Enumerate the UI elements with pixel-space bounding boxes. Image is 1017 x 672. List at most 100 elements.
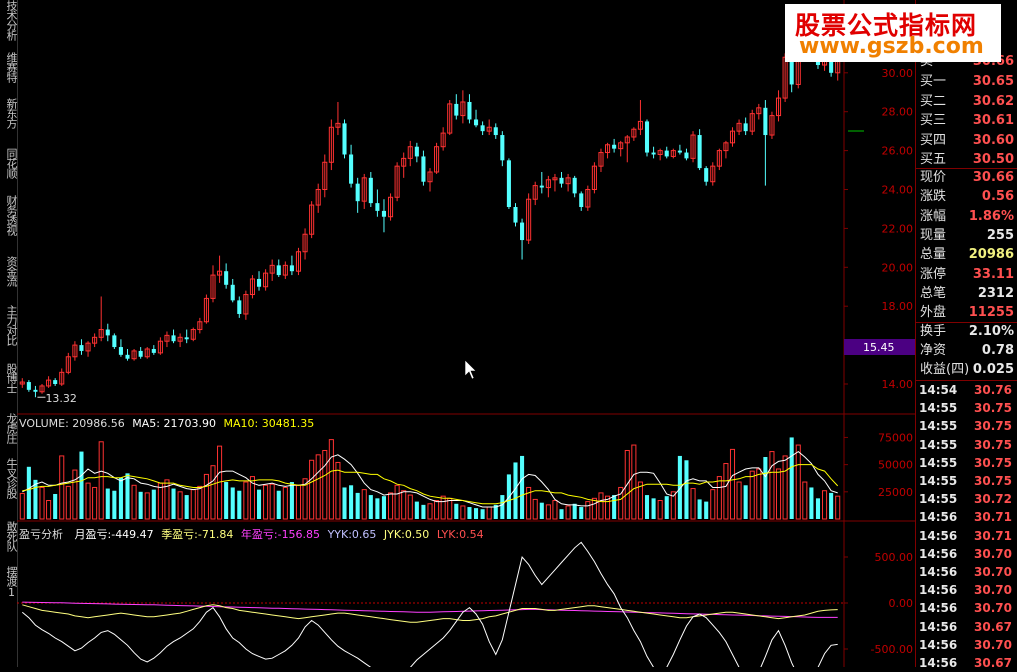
- volume-bar-up: [72, 469, 78, 520]
- candle-body-down: [224, 271, 229, 285]
- volume-bar-up: [756, 468, 762, 520]
- tick-price: 30.70: [974, 637, 1012, 652]
- stat-row-0-label: 现价: [920, 170, 947, 185]
- tick-time: 14:55: [919, 401, 958, 416]
- candle-body-down: [230, 284, 235, 301]
- tick-price: 30.76: [974, 383, 1012, 397]
- volume-bar-down: [230, 487, 235, 519]
- ma10-label: MA10:: [223, 417, 259, 430]
- year-pnl-label: 年盈亏:: [240, 528, 278, 541]
- watermark-url: www.gszb.com: [799, 34, 984, 59]
- stat-row-4-value: 20986: [968, 247, 1014, 263]
- tick-time: 14:55: [919, 474, 958, 488]
- side-tab-4[interactable]: 财务透视: [0, 195, 18, 235]
- volume-bar-down: [572, 503, 577, 519]
- volume-bar-down: [763, 457, 768, 519]
- tick-row: 14:55 30.75: [918, 454, 1016, 472]
- year-pnl-value: -156.85: [277, 528, 321, 541]
- volume-bar-up: [802, 481, 808, 520]
- candle-body-down: [26, 382, 31, 390]
- tick-price: 30.70: [974, 583, 1012, 598]
- volume-bar-down: [342, 487, 347, 519]
- extra-row-2-value: 0.025: [972, 362, 1014, 377]
- volume-bar-up: [210, 465, 216, 520]
- side-tab-3[interactable]: 同花顺: [0, 148, 18, 178]
- volume-bar-up: [775, 468, 782, 520]
- tick-time: 14:56: [919, 583, 958, 598]
- indicator-tick-label: 500.00: [875, 551, 914, 564]
- extra-row-1: 净资 0.78: [918, 341, 1016, 360]
- tick-row: 14:56 30.67: [918, 654, 1016, 672]
- buy-row-3-label: 买三: [920, 113, 947, 128]
- candle-body-down: [151, 348, 156, 353]
- tick-price: 30.75: [974, 455, 1012, 470]
- ma10-value: 30481.35: [261, 417, 315, 430]
- tick-price: 30.75: [974, 474, 1012, 488]
- extra-row-2: 收益(四) 0.025: [918, 360, 1016, 379]
- chart-area[interactable]: 30.0028.0026.0024.0022.0020.0018.0016.00…: [17, 0, 915, 667]
- candle-body-down: [513, 207, 518, 223]
- candle-body-down: [704, 168, 709, 182]
- stat-row-5-label: 涨停: [920, 266, 947, 282]
- quarter-pnl-line: [22, 604, 838, 623]
- lyk-value: 0.54: [459, 528, 484, 541]
- volume-bar-up: [59, 455, 65, 520]
- tick-price: 30.67: [974, 619, 1012, 634]
- stat-row-6: 总笔 2312: [918, 284, 1016, 303]
- candle-body-down: [237, 300, 242, 314]
- volume-bar-down: [349, 485, 354, 519]
- stat-row-2-value: 1.86%: [968, 208, 1014, 224]
- volume-bar-down: [118, 477, 123, 519]
- stat-row-0-value: 30.66: [972, 170, 1014, 185]
- volume-bar-up: [19, 492, 25, 520]
- tick-price: 30.70: [974, 546, 1012, 561]
- volume-bar-up: [434, 500, 440, 520]
- volume-bar-down: [26, 466, 31, 519]
- volume-bar-up: [322, 449, 328, 520]
- tick-price: 30.72: [974, 492, 1012, 507]
- side-tab-7[interactable]: 股博士: [0, 363, 18, 393]
- indicator-legend: 盈亏分析 月盈亏:-449.47 季盈亏:-71.84 年盈亏:-156.85 …: [19, 526, 484, 542]
- kline-chart[interactable]: 30.0028.0026.0024.0022.0020.0018.0016.00…: [17, 0, 915, 667]
- price-tick-label: 28.00: [882, 106, 914, 119]
- stat-row-1: 涨跌 0.56: [918, 187, 1016, 206]
- volume-bar-down: [467, 507, 472, 519]
- tick-price: 30.75: [974, 419, 1012, 434]
- volume-bar-up: [460, 505, 466, 520]
- volume-bar-up: [427, 503, 433, 520]
- buy-row-5-label: 买五: [920, 152, 947, 167]
- side-tab-6[interactable]: 主力对比: [0, 305, 18, 345]
- side-tab-0[interactable]: 技术分析: [0, 0, 18, 40]
- side-tab-11[interactable]: 摆渡1: [0, 566, 18, 598]
- tick-row: 14:56 30.67: [918, 618, 1016, 636]
- candle-body-down: [677, 150, 682, 153]
- candle-body-down: [579, 193, 584, 208]
- candle-body-down: [520, 222, 525, 241]
- side-tab-8[interactable]: 龙虎庄: [0, 413, 18, 443]
- tick-price: 30.67: [974, 656, 1012, 670]
- jyk-label: JYK:: [383, 528, 405, 541]
- volume-bar-up: [631, 444, 637, 520]
- buy-row-1-label: 买一: [920, 74, 947, 89]
- extra-row-0-label: 换手: [920, 324, 947, 339]
- side-tab-10[interactable]: 敢死队: [0, 521, 18, 551]
- volume-bar-down: [289, 482, 294, 519]
- volume-legend: VOLUME: 20986.56 MA5: 21703.90 MA10: 304…: [19, 417, 314, 430]
- candle-body-down: [171, 335, 176, 342]
- price-tick-label: 22.00: [882, 222, 914, 235]
- side-tab-1[interactable]: 维赛特: [0, 52, 18, 82]
- side-tab-2[interactable]: 新东方: [0, 98, 18, 128]
- volume-bar-up: [782, 455, 788, 520]
- side-tab-5[interactable]: 资金流: [0, 256, 18, 286]
- side-tab-9[interactable]: 牛叉诊股: [0, 458, 18, 498]
- volume-bar-down: [664, 496, 669, 519]
- volume-bar-down: [138, 491, 143, 519]
- volume-tick-label: 25000: [878, 486, 913, 499]
- buy-row-4-value: 30.60: [972, 132, 1014, 148]
- candle-body-down: [467, 101, 472, 120]
- tick-time: 14:55: [919, 437, 958, 452]
- stat-row-3-label: 现量: [920, 227, 947, 243]
- tick-row: 14:55 30.75: [918, 417, 1016, 435]
- candle-body-down: [125, 354, 130, 359]
- candle-body-down: [53, 380, 58, 384]
